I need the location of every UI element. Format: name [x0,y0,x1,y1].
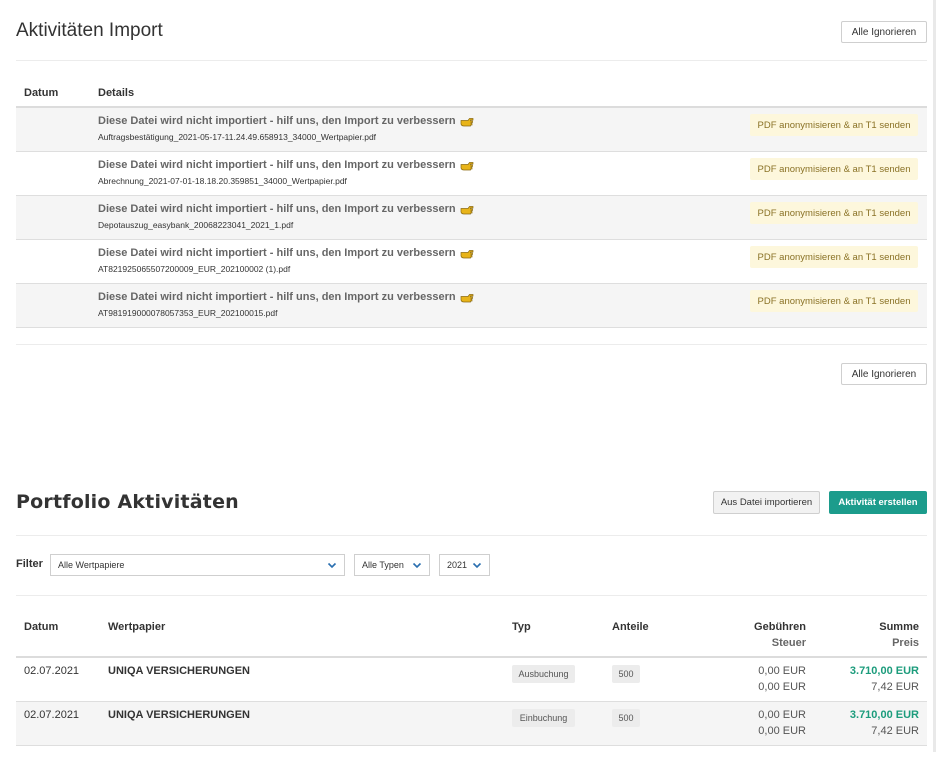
ignore-all-button-bottom[interactable]: Alle Ignorieren [841,363,927,385]
not-imported-message: Diese Datei wird nicht importiert - hilf… [98,115,474,127]
not-imported-text: Diese Datei wird nicht importiert - hilf… [98,203,456,215]
divider [16,535,927,536]
activity-price: 7,42 EUR [871,681,919,693]
activity-security[interactable]: UNIQA VERSICHERUNGEN [108,709,250,721]
import-row: Diese Datei wird nicht importiert - hilf… [16,196,927,240]
file-name: Abrechnung_2021-07-01-18.18.20.359851_34… [98,176,347,186]
activity-date: 02.07.2021 [24,709,80,721]
activity-price: 7,42 EUR [871,725,919,737]
column-header-wertpapier: Wertpapier [108,621,166,633]
column-header-summe: Summe [879,621,919,633]
file-name: Auftragsbestätigung_2021-05-17-11.24.49.… [98,132,377,142]
file-name: AT821925065507200009_EUR_202100002 (1).p… [98,264,291,274]
column-header-anteile: Anteile [612,621,649,633]
pointing-hand-icon [460,161,473,170]
not-imported-text: Diese Datei wird nicht importiert - hilf… [98,291,456,303]
import-row: Diese Datei wird nicht importiert - hilf… [16,284,927,328]
column-header-typ: Typ [512,621,531,633]
pointing-hand-icon [460,249,473,258]
divider [16,344,927,345]
send-pdf-button[interactable]: PDF anonymisieren & an T1 senden [750,246,918,268]
pointing-hand-icon [460,293,473,302]
not-imported-message: Diese Datei wird nicht importiert - hilf… [98,291,474,303]
not-imported-message: Diese Datei wird nicht importiert - hilf… [98,247,474,259]
activity-tax: 0,00 EUR [758,725,806,737]
not-imported-text: Diese Datei wird nicht importiert - hilf… [98,159,456,171]
types-filter-value: Alle Typen [362,560,404,570]
send-pdf-button[interactable]: PDF anonymisieren & an T1 senden [750,290,918,312]
send-pdf-button[interactable]: PDF anonymisieren & an T1 senden [750,158,918,180]
securities-filter-value: Alle Wertpapiere [58,560,125,570]
chevron-down-icon [327,562,337,569]
file-name: AT981919000078057353_EUR_202100015.pdf [98,308,278,318]
activity-type-badge: Einbuchung [512,709,575,727]
divider [16,60,927,61]
import-table-header: Datum Details [16,82,927,108]
types-filter-select[interactable]: Alle Typen [354,554,430,576]
column-header-steuer: Steuer [771,637,806,649]
import-row: Diese Datei wird nicht importiert - hilf… [16,152,927,196]
activity-date: 02.07.2021 [24,665,80,677]
activity-row[interactable]: 02.07.2021 UNIQA VERSICHERUNGEN Einbuchung… [16,702,927,746]
ignore-all-button-top[interactable]: Alle Ignorieren [841,21,927,43]
send-pdf-button[interactable]: PDF anonymisieren & an T1 senden [750,114,918,136]
column-header-datum: Datum [24,621,59,633]
activity-shares-badge: 500 [612,665,640,683]
activity-type-badge: Ausbuchung [512,665,575,683]
pointing-hand-icon [460,117,473,126]
column-header-datum: Datum [24,87,59,99]
activity-sum: 3.710,00 EUR [849,665,919,677]
activity-row[interactable]: 02.07.2021 UNIQA VERSICHERUNGEN Ausbuchung… [16,658,927,702]
send-pdf-button[interactable]: PDF anonymisieren & an T1 senden [750,202,918,224]
activity-row-partial [16,746,927,758]
not-imported-message: Diese Datei wird nicht importiert - hilf… [98,159,474,171]
activity-security[interactable]: UNIQA VERSICHERUNGEN [108,665,250,677]
column-header-preis: Preis [892,637,919,649]
create-activity-button[interactable]: Aktivität erstellen [829,491,927,514]
column-header-gebuehren: Gebühren [754,621,806,633]
filter-label: Filter [16,558,43,570]
column-header-details: Details [98,87,135,99]
import-from-file-button[interactable]: Aus Datei importieren [713,491,820,514]
chevron-down-icon [412,562,422,569]
chevron-down-icon [472,562,482,569]
year-filter-select[interactable]: 2021 [439,554,490,576]
activity-fees: 0,00 EUR [758,709,806,721]
portfolio-title: Portfolio Aktivitäten [16,491,239,513]
not-imported-text: Diese Datei wird nicht importiert - hilf… [98,115,456,127]
file-name: Depotauszug_easybank_20068223041_2021_1.… [98,220,294,230]
not-imported-text: Diese Datei wird nicht importiert - hilf… [98,247,456,259]
import-row: Diese Datei wird nicht importiert - hilf… [16,240,927,284]
divider [16,595,927,596]
activity-shares-badge: 500 [612,709,640,727]
activities-table-header: Datum Wertpapier Typ Anteile Gebühren St… [16,612,927,658]
import-row: Diese Datei wird nicht importiert - hilf… [16,108,927,152]
pointing-hand-icon [460,205,473,214]
not-imported-message: Diese Datei wird nicht importiert - hilf… [98,203,474,215]
import-title: Aktivitäten Import [16,20,163,41]
activity-sum: 3.710,00 EUR [849,709,919,721]
activity-tax: 0,00 EUR [758,681,806,693]
year-filter-value: 2021 [447,560,468,570]
securities-filter-select[interactable]: Alle Wertpapiere [50,554,345,576]
activity-fees: 0,00 EUR [758,665,806,677]
